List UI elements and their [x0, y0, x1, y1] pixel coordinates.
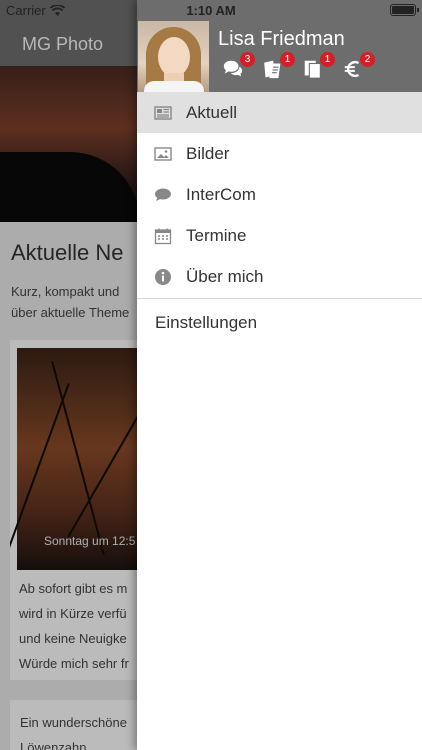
image-icon	[154, 145, 172, 163]
info-icon	[154, 268, 172, 286]
menu-label: Aktuell	[186, 102, 238, 122]
menu-item-aktuell[interactable]: Aktuell	[137, 92, 422, 133]
documents-icon[interactable]: 1	[302, 52, 335, 80]
menu-label: Über mich	[186, 266, 264, 286]
settings-item[interactable]: Einstellungen	[137, 299, 422, 346]
status-bar: Carrier 1:10 AM	[0, 0, 422, 22]
notes-icon[interactable]: 1	[262, 52, 295, 80]
dim-overlay[interactable]	[0, 0, 137, 750]
menu-label: Termine	[186, 225, 247, 245]
menu-item-intercom[interactable]: InterCom	[137, 174, 422, 215]
notes-badge: 1	[280, 52, 295, 67]
chat-bubbles-icon[interactable]: 3	[222, 52, 255, 80]
calendar-icon	[154, 227, 172, 245]
menu-label: InterCom	[186, 184, 256, 204]
drawer-menu: Aktuell Bilder InterCom Termine Über mic…	[137, 92, 422, 346]
menu-label: Bilder	[186, 143, 230, 163]
chat-badge: 3	[240, 52, 255, 67]
newspaper-icon	[154, 104, 172, 122]
euro-badge: 2	[360, 52, 375, 67]
menu-item-termine[interactable]: Termine	[137, 215, 422, 256]
documents-badge: 1	[320, 52, 335, 67]
header-icons: 3 1 1 2	[222, 52, 375, 80]
battery-icon	[390, 4, 419, 16]
menu-item-bilder[interactable]: Bilder	[137, 133, 422, 174]
euro-icon[interactable]: 2	[342, 52, 375, 80]
avatar[interactable]	[138, 21, 209, 92]
side-drawer: Lisa Friedman 3 1 1 2 Aktuell Bilder Int…	[137, 0, 422, 750]
user-name[interactable]: Lisa Friedman	[218, 28, 345, 51]
status-time: 1:10 AM	[186, 3, 236, 18]
chat-bubble-icon	[154, 186, 172, 204]
menu-item-ueber-mich[interactable]: Über mich	[137, 256, 422, 297]
